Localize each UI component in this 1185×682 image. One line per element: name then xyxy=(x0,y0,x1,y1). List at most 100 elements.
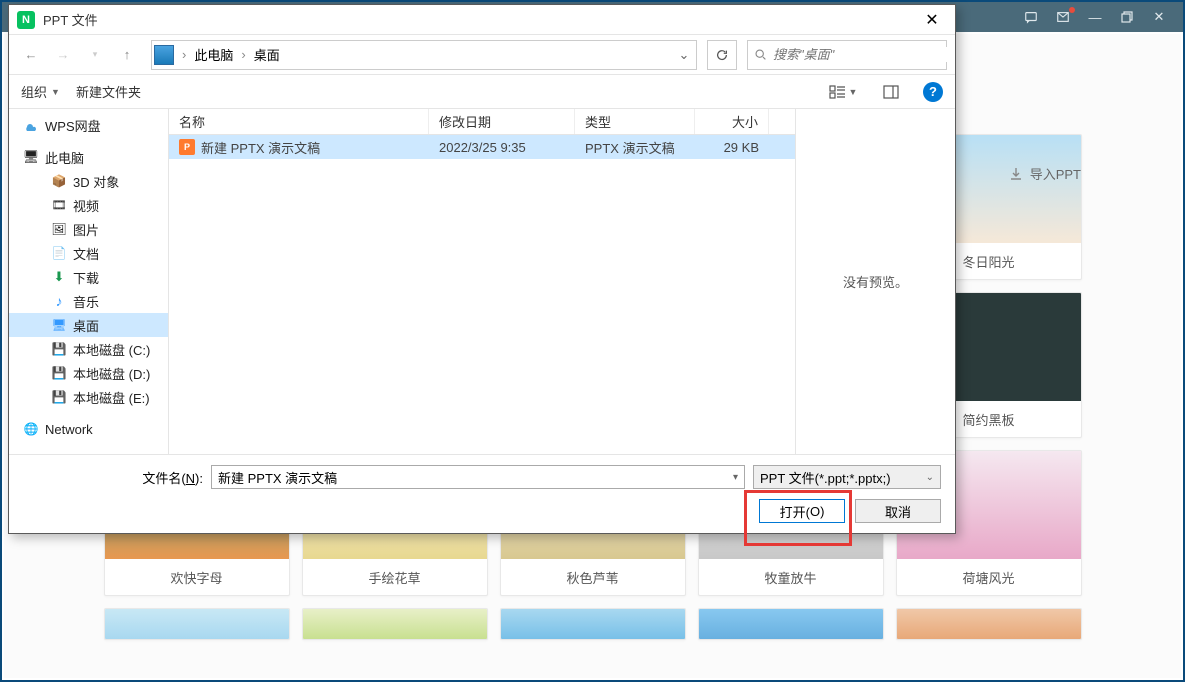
3d-icon xyxy=(51,173,67,189)
preview-pane-button[interactable] xyxy=(875,79,907,105)
new-folder-button[interactable]: 新建文件夹 xyxy=(76,82,141,101)
breadcrumb-item[interactable]: 此电脑 xyxy=(190,43,237,66)
notification-icon[interactable] xyxy=(1047,3,1079,31)
template-card[interactable] xyxy=(500,608,686,640)
breadcrumb-item[interactable]: 桌面 xyxy=(250,43,284,66)
filename-history-dropdown[interactable]: ▾ xyxy=(733,472,738,483)
col-size[interactable]: 大小 xyxy=(695,109,769,134)
template-caption: 手绘花草 xyxy=(303,559,487,595)
sidebar-item[interactable]: 此电脑 xyxy=(9,145,168,169)
filter-label: PPT 文件(*.ppt;*.pptx;) xyxy=(760,468,891,487)
sidebar-item-label: WPS网盘 xyxy=(45,116,101,135)
file-open-dialog: N PPT 文件 ✕ ← → ▾ ↑ › 此电脑 › 桌面 ⌄ 组织 ▼ 新建文… xyxy=(8,4,956,534)
doc-icon xyxy=(51,245,67,261)
dialog-titlebar: N PPT 文件 ✕ xyxy=(9,5,955,35)
sidebar-item[interactable]: 本地磁盘 (E:) xyxy=(9,385,168,409)
sidebar-item-label: 视频 xyxy=(73,196,99,215)
file-type: PPTX 演示文稿 xyxy=(575,138,695,157)
organize-menu[interactable]: 组织 ▼ xyxy=(21,82,60,101)
dialog-footer: 文件名(N): ▾ PPT 文件(*.ppt;*.pptx;) ⌄ 打开(O) … xyxy=(9,454,955,533)
template-card[interactable] xyxy=(302,608,488,640)
nav-back-button[interactable]: ← xyxy=(17,41,45,69)
desk-icon xyxy=(51,317,67,333)
template-card[interactable] xyxy=(896,608,1082,640)
sidebar-item-label: Network xyxy=(45,422,93,437)
search-input[interactable] xyxy=(773,47,951,62)
sidebar-item-label: 本地磁盘 (E:) xyxy=(73,388,150,407)
wps-icon xyxy=(23,117,39,133)
template-caption: 欢快字母 xyxy=(105,559,289,595)
sidebar-item[interactable]: 桌面 xyxy=(9,313,168,337)
file-type-filter[interactable]: PPT 文件(*.ppt;*.pptx;) ⌄ xyxy=(753,465,941,489)
disk-icon xyxy=(51,365,67,381)
dl-icon xyxy=(51,269,67,285)
disk-icon xyxy=(51,341,67,357)
help-button[interactable]: ? xyxy=(923,82,943,102)
dialog-body: WPS网盘此电脑 3D 对象视频图片文档下载音乐桌面本地磁盘 (C:) 本地磁盘 (… xyxy=(9,109,955,454)
filename-label: 文件名(N): xyxy=(23,468,203,487)
col-type[interactable]: 类型 xyxy=(575,109,695,134)
filename-input-box[interactable]: ▾ xyxy=(211,465,745,489)
pic-icon xyxy=(51,221,67,237)
col-name[interactable]: 名称 xyxy=(169,109,429,134)
sidebar-item-label: 此电脑 xyxy=(45,148,84,167)
breadcrumb-sep: › xyxy=(178,47,190,62)
sidebar-item[interactable]: 3D 对象 xyxy=(9,169,168,193)
file-rows[interactable]: P新建 PPTX 演示文稿2022/3/25 9:35PPTX 演示文稿29 K… xyxy=(169,135,795,454)
open-button[interactable]: 打开(O) xyxy=(759,499,845,523)
refresh-button[interactable] xyxy=(707,40,737,70)
template-row-3 xyxy=(94,608,1091,640)
sidebar-item[interactable]: 视频 xyxy=(9,193,168,217)
import-label: 导入PPT xyxy=(1030,164,1081,183)
sidebar-item-label: 本地磁盘 (C:) xyxy=(73,340,150,359)
cancel-button[interactable]: 取消 xyxy=(855,499,941,523)
sidebar-item[interactable]: 图片 xyxy=(9,217,168,241)
dialog-toolbar: 组织 ▼ 新建文件夹 ▼ ? xyxy=(9,75,955,109)
template-card[interactable] xyxy=(104,608,290,640)
search-box[interactable] xyxy=(747,40,947,70)
dialog-close-button[interactable]: ✕ xyxy=(917,6,947,34)
preview-text: 没有预览。 xyxy=(843,272,908,291)
breadcrumb[interactable]: › 此电脑 › 桌面 ⌄ xyxy=(151,40,697,70)
view-mode-button[interactable]: ▼ xyxy=(827,79,859,105)
nav-up-button[interactable]: ↑ xyxy=(113,41,141,69)
file-row[interactable]: P新建 PPTX 演示文稿2022/3/25 9:35PPTX 演示文稿29 K… xyxy=(169,135,795,159)
sidebar-item[interactable]: 本地磁盘 (C:) xyxy=(9,337,168,361)
list-header[interactable]: 名称 修改日期 类型 大小 xyxy=(169,109,795,135)
import-icon xyxy=(1008,166,1024,182)
sidebar-item[interactable]: 下载 xyxy=(9,265,168,289)
template-caption: 秋色芦苇 xyxy=(501,559,685,595)
pptx-file-icon: P xyxy=(179,139,195,155)
sidebar-item-label: 文档 xyxy=(73,244,99,263)
chevron-down-icon: ▼ xyxy=(51,87,60,97)
search-icon xyxy=(754,48,767,61)
sidebar-item[interactable]: WPS网盘 xyxy=(9,113,168,137)
template-caption: 荷塘风光 xyxy=(897,559,1081,595)
sidebar-item[interactable]: 本地磁盘 (D:) xyxy=(9,361,168,385)
file-list: 名称 修改日期 类型 大小 P 新建 PPTX 演示文稿 2022/3/25 9:3… xyxy=(169,109,795,454)
file-date: 2022/3/25 9:35 xyxy=(429,140,575,155)
minimize-button[interactable]: — xyxy=(1079,3,1111,31)
nav-forward-button[interactable]: → xyxy=(49,41,77,69)
template-card[interactable] xyxy=(698,608,884,640)
col-date[interactable]: 修改日期 xyxy=(429,109,575,134)
dialog-nav: ← → ▾ ↑ › 此电脑 › 桌面 ⌄ xyxy=(9,35,955,75)
app-icon: N xyxy=(17,11,35,29)
sidebar-item[interactable]: 音乐 xyxy=(9,289,168,313)
file-name: 新建 PPTX 演示文稿 xyxy=(201,138,320,157)
organize-label: 组织 xyxy=(21,82,47,101)
sidebar-item-label: 音乐 xyxy=(73,292,99,311)
sidebar-item[interactable]: Network xyxy=(9,417,168,441)
import-ppt-button[interactable]: 导入PPT xyxy=(1008,164,1081,183)
sidebar-item[interactable]: 文档 xyxy=(9,241,168,265)
nav-recent-dropdown[interactable]: ▾ xyxy=(81,41,109,69)
close-button[interactable]: ✕ xyxy=(1143,3,1175,31)
preview-pane: 没有预览。 xyxy=(795,109,955,454)
feedback-icon[interactable] xyxy=(1015,3,1047,31)
location-sidebar[interactable]: WPS网盘此电脑 3D 对象视频图片文档下载音乐桌面本地磁盘 (C:) 本地磁盘 (… xyxy=(9,109,169,454)
sidebar-item-label: 桌面 xyxy=(73,316,99,335)
breadcrumb-dropdown[interactable]: ⌄ xyxy=(674,47,694,63)
restore-button[interactable] xyxy=(1111,3,1143,31)
filename-input[interactable] xyxy=(218,470,733,485)
chevron-down-icon: ▼ xyxy=(849,87,858,97)
